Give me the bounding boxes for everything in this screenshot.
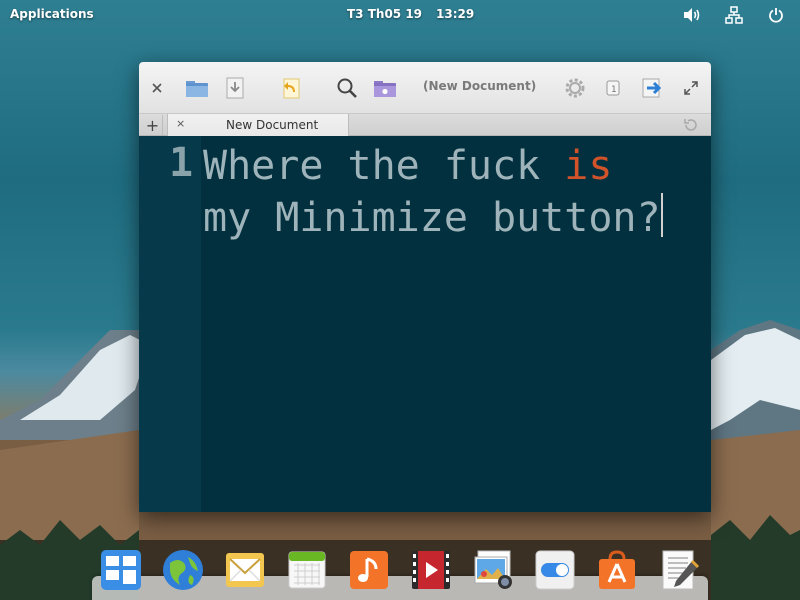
open-folder-icon[interactable] xyxy=(185,76,209,100)
window-titlebar[interactable]: (New Document) 1 xyxy=(139,62,711,114)
tab-close-icon[interactable]: × xyxy=(176,117,185,130)
panel-date: T3 Th05 19 xyxy=(347,7,423,21)
tab-new-document[interactable]: × New Document xyxy=(167,114,349,136)
fullscreen-icon[interactable] xyxy=(679,76,703,100)
system-settings-icon[interactable] xyxy=(534,549,576,591)
window-title: (New Document) xyxy=(423,79,537,93)
svg-text:1: 1 xyxy=(611,85,617,95)
network-icon[interactable] xyxy=(724,5,744,25)
line-number-gutter: 1 xyxy=(139,136,201,512)
new-tab-button[interactable]: + xyxy=(143,115,163,135)
scratch-editor-icon[interactable] xyxy=(658,549,700,591)
line-number: 1 xyxy=(169,140,194,186)
applications-menu[interactable]: Applications xyxy=(10,7,94,21)
code-line-2-text: my Minimize button? xyxy=(203,195,661,241)
top-panel: Applications T3 Th05 19 13:29 xyxy=(0,0,800,30)
calendar-icon[interactable] xyxy=(286,549,328,591)
export-icon[interactable] xyxy=(641,76,665,100)
tab-bar: + × New Document xyxy=(139,114,711,136)
revert-icon[interactable] xyxy=(279,76,303,100)
text-editor[interactable]: 1 Where the fuck is my Minimize button? xyxy=(139,136,711,512)
settings-icon[interactable] xyxy=(563,76,587,100)
search-icon[interactable] xyxy=(335,76,359,100)
tab-label: New Document xyxy=(226,118,319,132)
mail-icon[interactable] xyxy=(224,549,266,591)
close-icon[interactable] xyxy=(145,76,169,100)
photos-icon[interactable] xyxy=(472,549,514,591)
code-line-1-text: Where the fuck xyxy=(203,143,565,189)
panel-time: 13:29 xyxy=(436,7,475,21)
web-browser-icon[interactable] xyxy=(162,549,204,591)
share-icon[interactable]: 1 xyxy=(601,76,625,100)
multitasking-view-icon[interactable] xyxy=(100,549,142,591)
volume-icon[interactable] xyxy=(682,5,702,25)
videos-icon[interactable] xyxy=(410,549,452,591)
panel-clock[interactable]: T3 Th05 19 13:29 xyxy=(347,7,474,21)
code-keyword: is xyxy=(564,143,613,189)
music-icon[interactable] xyxy=(348,549,390,591)
scratch-window: (New Document) 1 + × New Document 1 Wher… xyxy=(139,62,711,512)
editor-content[interactable]: Where the fuck is my Minimize button? xyxy=(203,140,663,244)
restore-tab-icon[interactable] xyxy=(683,117,699,133)
text-caret xyxy=(660,193,663,237)
power-icon[interactable] xyxy=(766,5,786,25)
save-icon[interactable] xyxy=(223,76,247,100)
appcenter-icon[interactable] xyxy=(596,549,638,591)
panel-indicators xyxy=(682,5,786,25)
open-project-icon[interactable] xyxy=(373,76,397,100)
